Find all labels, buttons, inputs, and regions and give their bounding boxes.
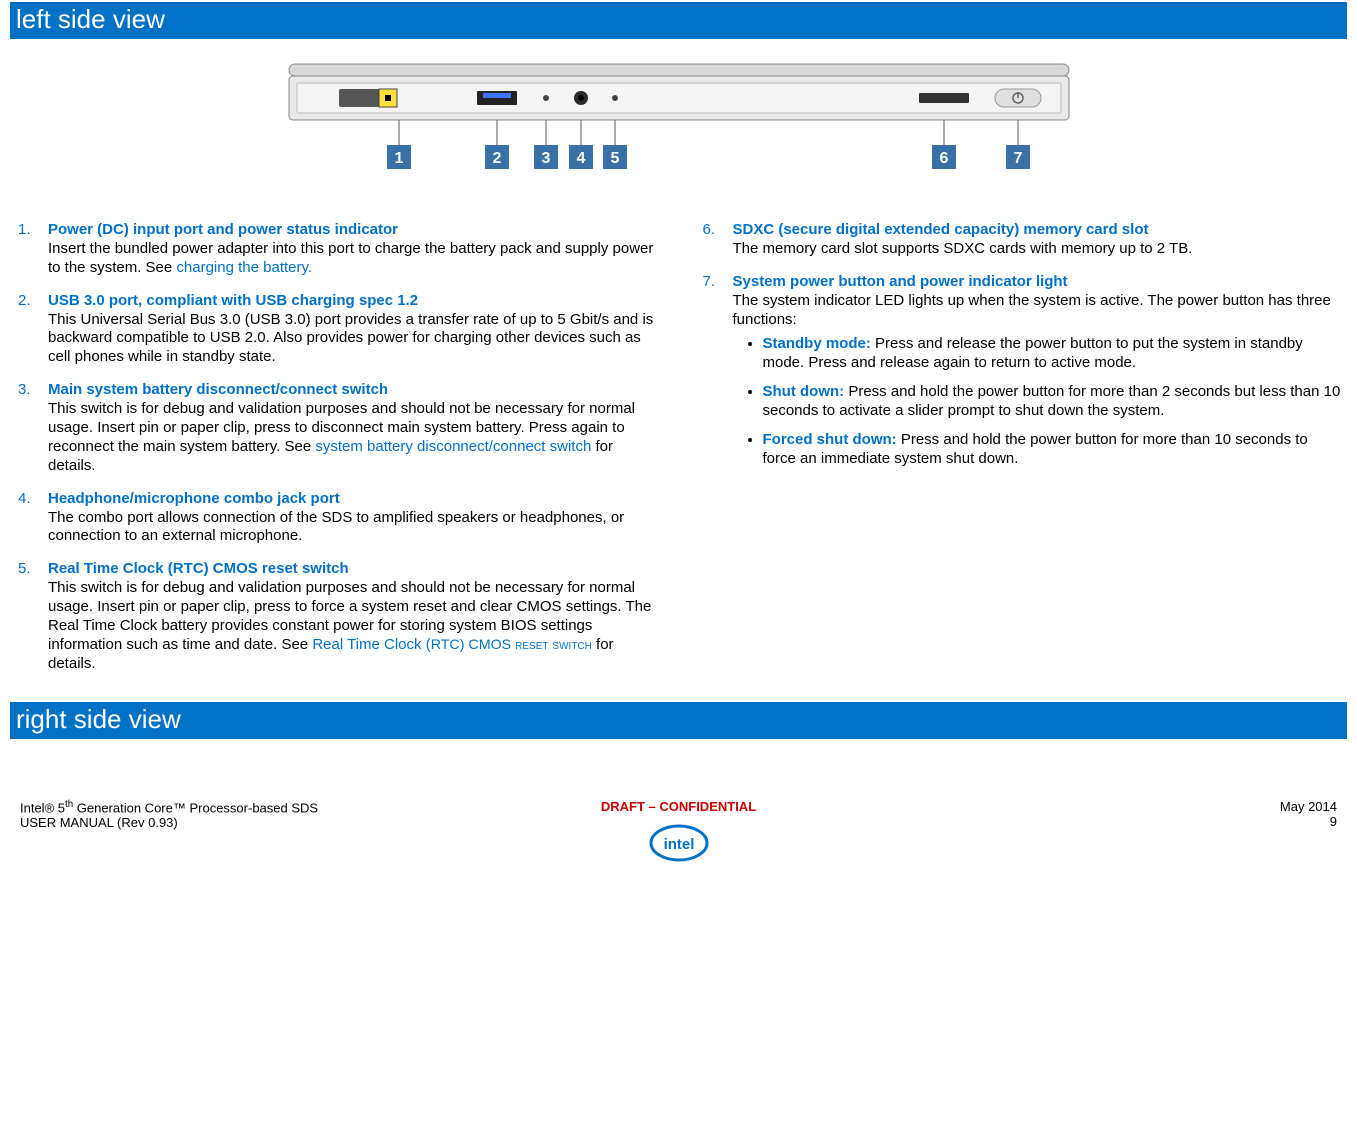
- item-body: Insert the bundled power adapter into th…: [48, 240, 653, 276]
- list-item: 7. System power button and power indicat…: [699, 273, 1344, 469]
- list-item: 4. Headphone/microphone combo jack port …: [14, 490, 659, 547]
- list-item: 3. Main system battery disconnect/connec…: [14, 381, 659, 475]
- callout-1: 1: [394, 150, 403, 167]
- footer-product-pre: Intel® 5: [20, 800, 65, 815]
- item-body: This Universal Serial Bus 3.0 (USB 3.0) …: [48, 311, 653, 366]
- sub-body: Press and hold the power button for more…: [763, 383, 1341, 419]
- sub-list-item: Shut down: Press and hold the power butt…: [763, 383, 1344, 421]
- item-body: The combo port allows connection of the …: [48, 509, 624, 545]
- footer-manual-rev: USER MANUAL (Rev 0.93): [20, 815, 178, 830]
- callout-2: 2: [492, 150, 501, 167]
- footer-product-post: Generation Core™ Processor-based SDS: [73, 800, 318, 815]
- footer-page-number: 9: [1330, 814, 1337, 829]
- link-battery-switch[interactable]: system battery disconnect/connect switch: [315, 438, 591, 455]
- footer-date: May 2014: [1280, 799, 1337, 814]
- section-right-side-view-header: right side view: [10, 702, 1347, 739]
- link-charging-battery[interactable]: charging the battery.: [176, 259, 312, 276]
- list-item: 1. Power (DC) input port and power statu…: [14, 221, 659, 278]
- item-number: 1.: [18, 221, 31, 240]
- item-number: 3.: [18, 381, 31, 400]
- sub-title-standby: Standby mode:: [763, 335, 871, 352]
- callout-4: 4: [576, 150, 585, 167]
- sub-list: Standby mode: Press and release the powe…: [733, 335, 1344, 468]
- item-body: The system indicator LED lights up when …: [733, 292, 1331, 328]
- item-title: USB 3.0 port, compliant with USB chargin…: [48, 292, 418, 309]
- footer-product-sup: th: [65, 799, 73, 810]
- device-left-side-svg: 1 2 3 4 5 6: [279, 59, 1079, 189]
- callout-5: 5: [610, 150, 619, 167]
- item-title: System power button and power indicator …: [733, 273, 1068, 290]
- content-columns: 1. Power (DC) input port and power statu…: [10, 221, 1347, 688]
- link-rtc-switch[interactable]: RTC) CMOS reset switch: [431, 637, 592, 653]
- svg-text:intel: intel: [663, 836, 694, 853]
- callout-3: 3: [541, 150, 550, 167]
- item-title: Real Time Clock (RTC) CMOS reset switch: [48, 560, 349, 577]
- device-left-side-figure: 1 2 3 4 5 6: [10, 59, 1347, 193]
- right-column: 6. SDXC (secure digital extended capacit…: [699, 221, 1344, 688]
- footer-right: May 2014 9: [1280, 799, 1337, 829]
- item-number: 6.: [703, 221, 716, 240]
- sub-list-item: Forced shut down: Press and hold the pow…: [763, 431, 1344, 469]
- callout-6: 6: [939, 150, 948, 167]
- list-item: 5. Real Time Clock (RTC) CMOS reset swit…: [14, 560, 659, 673]
- left-column: 1. Power (DC) input port and power statu…: [14, 221, 659, 688]
- item-number: 4.: [18, 490, 31, 509]
- item-number: 2.: [18, 292, 31, 311]
- sub-title-shutdown: Shut down:: [763, 383, 845, 400]
- callout-7: 7: [1013, 150, 1022, 167]
- item-number: 7.: [703, 273, 716, 292]
- list-item: 2. USB 3.0 port, compliant with USB char…: [14, 292, 659, 368]
- list-item: 6. SDXC (secure digital extended capacit…: [699, 221, 1344, 259]
- item-title: Main system battery disconnect/connect s…: [48, 381, 388, 398]
- section-left-side-view-header: left side view: [10, 2, 1347, 39]
- page-footer: Intel® 5th Generation Core™ Processor-ba…: [10, 759, 1347, 830]
- item-number: 5.: [18, 560, 31, 579]
- page-root: left side view: [0, 2, 1357, 830]
- item-body: The memory card slot supports SDXC cards…: [733, 240, 1193, 257]
- sub-list-item: Standby mode: Press and release the powe…: [763, 335, 1344, 373]
- item-title: SDXC (secure digital extended capacity) …: [733, 221, 1149, 238]
- footer-left: Intel® 5th Generation Core™ Processor-ba…: [20, 799, 318, 830]
- intel-logo-icon: intel: [649, 823, 709, 866]
- link-rtc-pre[interactable]: Real Time Clock (: [312, 636, 430, 653]
- item-title: Headphone/microphone combo jack port: [48, 490, 340, 507]
- footer-draft-confidential: DRAFT – CONFIDENTIAL: [601, 799, 756, 814]
- sub-title-forced-shutdown: Forced shut down:: [763, 431, 897, 448]
- item-title: Power (DC) input port and power status i…: [48, 221, 398, 238]
